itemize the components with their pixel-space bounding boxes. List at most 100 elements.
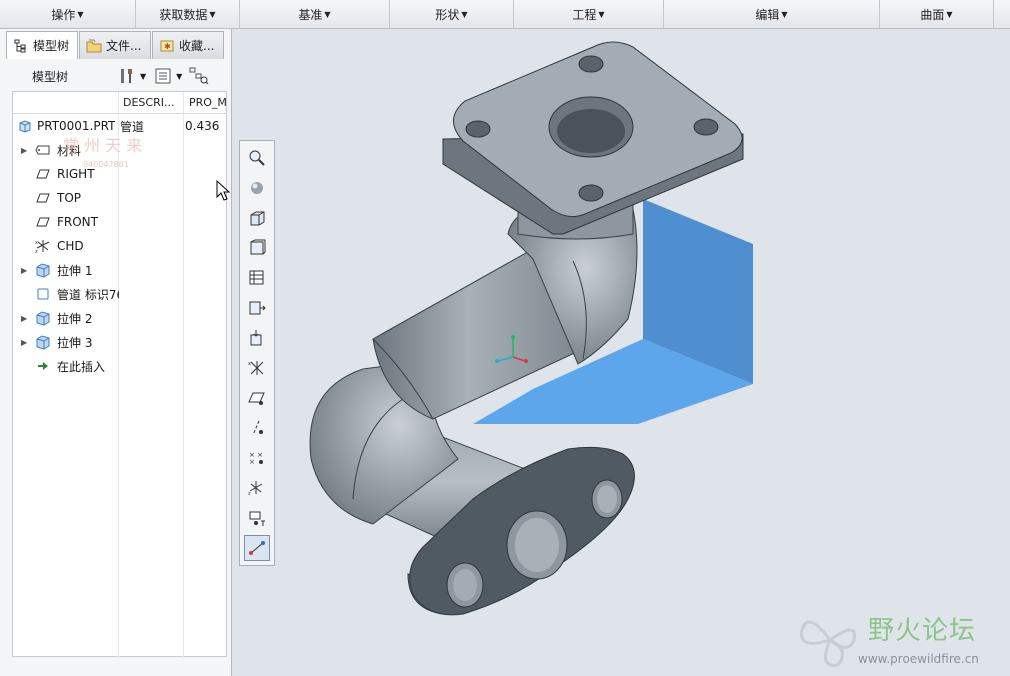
stamp-number: 940047861	[83, 160, 129, 169]
tree-item-label: FRONT	[57, 215, 98, 229]
tab-favorites[interactable]: ✱ 收藏...	[152, 31, 224, 59]
svg-text:z: z	[35, 249, 38, 254]
chevron-down-icon: ▼	[598, 10, 605, 19]
top-flange[interactable]	[442, 41, 744, 235]
svg-text:x: x	[35, 240, 38, 246]
ribbon-group-surfaces[interactable]: 曲面 ▼	[880, 0, 994, 29]
view-toolbar: x × × × z	[239, 140, 275, 566]
extrude-icon	[35, 334, 51, 350]
list-icon[interactable]	[152, 65, 174, 87]
tree-item-label: CHD	[57, 239, 84, 253]
tools-icon[interactable]	[116, 65, 138, 87]
column-header-description[interactable]: DESCRI...	[123, 92, 174, 114]
chevron-down-icon[interactable]: ▼	[176, 72, 182, 81]
annotation-display-icon[interactable]	[244, 505, 270, 531]
tree-item-label: 拉伸 1	[57, 263, 93, 278]
ribbon-group-label: 基准	[298, 8, 323, 22]
tree-item-pro-mp: 0.436	[185, 119, 220, 133]
tree-item-label: 管道 标识76	[57, 287, 119, 302]
point-display-icon[interactable]: × × ×	[244, 445, 270, 471]
tree-item-top[interactable]: TOP	[13, 186, 226, 210]
chevron-down-icon: ▼	[324, 10, 331, 19]
favorites-icon: ✱	[159, 38, 175, 54]
tree-item-extrude-3[interactable]: ▶ 拉伸 3	[13, 330, 226, 354]
tab-label: 文件...	[106, 39, 142, 53]
tree-item-pipe[interactable]: 管道 标识76	[13, 282, 226, 306]
tree-item-extrude-1[interactable]: ▶ 拉伸 1	[13, 258, 226, 282]
shading-icon[interactable]	[244, 175, 270, 201]
svg-text:×: ×	[249, 458, 255, 466]
ribbon-group-label: 操作	[51, 8, 76, 22]
ribbon-bar: 操作 ▼ 获取数据 ▼ 基准 ▼ 形状 ▼ 工程 ▼ 编辑 ▼ 曲面 ▼	[0, 0, 1010, 29]
saved-views-icon[interactable]	[244, 235, 270, 261]
tree-item-insert-here[interactable]: 在此插入	[13, 354, 226, 378]
expand-arrow-icon[interactable]: ▶	[21, 266, 31, 275]
zoom-icon[interactable]	[244, 145, 270, 171]
chevron-down-icon: ▼	[781, 10, 788, 19]
repaint-icon[interactable]	[244, 295, 270, 321]
pipe-model[interactable]	[233, 29, 1010, 676]
ribbon-group-get-data[interactable]: 获取数据 ▼	[136, 0, 240, 29]
expand-arrow-icon[interactable]: ▶	[21, 146, 31, 155]
view-orient-icon[interactable]	[244, 205, 270, 231]
ribbon-group-label: 获取数据	[159, 8, 208, 22]
ribbon-overflow	[994, 0, 1010, 29]
chevron-down-icon: ▼	[461, 10, 468, 19]
ribbon-group-shapes[interactable]: 形状 ▼	[390, 0, 514, 29]
csys-icon: xz	[35, 238, 51, 254]
expand-arrow-icon[interactable]: ▶	[21, 338, 31, 347]
material-icon	[35, 142, 51, 158]
tree-toolbar-title: 模型树	[32, 69, 69, 84]
chevron-down-icon: ▼	[209, 10, 216, 19]
tree-item-label: TOP	[57, 191, 82, 205]
datum-plane-icon	[35, 166, 51, 182]
mouse-cursor-icon	[216, 180, 230, 201]
part-icon	[17, 118, 33, 134]
tree-item-label: 拉伸 3	[57, 335, 93, 350]
filter-icon[interactable]	[188, 65, 210, 87]
csys-display-icon[interactable]: z	[244, 475, 270, 501]
chevron-down-icon[interactable]: ▼	[140, 72, 146, 81]
ribbon-group-label: 工程	[572, 8, 597, 22]
butterfly-logo-icon	[800, 620, 856, 667]
datum-display-icon[interactable]: x	[244, 355, 270, 381]
tree-item-label: PRT0001.PRT	[37, 119, 115, 133]
column-header-pro-mp[interactable]: PRO_M	[189, 92, 227, 114]
ribbon-group-label: 形状	[435, 8, 460, 22]
watermark-title: 野火论坛	[868, 616, 977, 646]
navigator-tabs: 模型树 文件... ✱ 收藏...	[6, 31, 225, 59]
svg-text:x: x	[248, 361, 251, 367]
tab-folder-browser[interactable]: 文件...	[79, 31, 151, 59]
sketch-icon[interactable]	[244, 535, 270, 561]
ribbon-group-editing[interactable]: 编辑 ▼	[664, 0, 880, 29]
folder-icon	[86, 38, 102, 54]
extrude-icon	[35, 262, 51, 278]
model-tree: DESCRI... PRO_M PRT0001.PRT 管道 0.436 ▶ 材…	[12, 91, 227, 658]
tree-item-chd[interactable]: xz CHD	[13, 234, 226, 258]
spin-center-icon[interactable]	[244, 325, 270, 351]
tab-model-tree[interactable]: 模型树	[6, 31, 78, 59]
extrude-icon	[35, 310, 51, 326]
svg-text:z: z	[248, 491, 251, 497]
tab-label: 模型树	[33, 39, 70, 53]
navigator-panel: 模型树 文件... ✱ 收藏... 模型树 ▼ ▼ DESCRI... PRO_…	[0, 29, 232, 676]
stamp: 常 州 天 来	[63, 136, 143, 155]
expand-arrow-icon[interactable]: ▶	[21, 314, 31, 323]
insert-here-icon	[35, 358, 51, 374]
tree-item-label: 拉伸 2	[57, 311, 93, 326]
layers-icon[interactable]	[244, 265, 270, 291]
ribbon-group-label: 曲面	[920, 8, 945, 22]
graphics-window[interactable]	[233, 29, 1010, 676]
axis-display-icon[interactable]	[244, 415, 270, 441]
datum-plane-icon	[35, 214, 51, 230]
ribbon-group-datum[interactable]: 基准 ▼	[240, 0, 390, 29]
plane-display-icon[interactable]	[244, 385, 270, 411]
tab-label: 收藏...	[179, 39, 215, 53]
datum-plane-icon	[35, 190, 51, 206]
tree-item-front[interactable]: FRONT	[13, 210, 226, 234]
ribbon-group-engineering[interactable]: 工程 ▼	[514, 0, 664, 29]
tree-column-header: DESCRI... PRO_M	[13, 92, 227, 114]
ribbon-group-operations[interactable]: 操作 ▼	[0, 0, 136, 29]
tree-item-extrude-2[interactable]: ▶ 拉伸 2	[13, 306, 226, 330]
tree-item-label: RIGHT	[57, 167, 95, 181]
